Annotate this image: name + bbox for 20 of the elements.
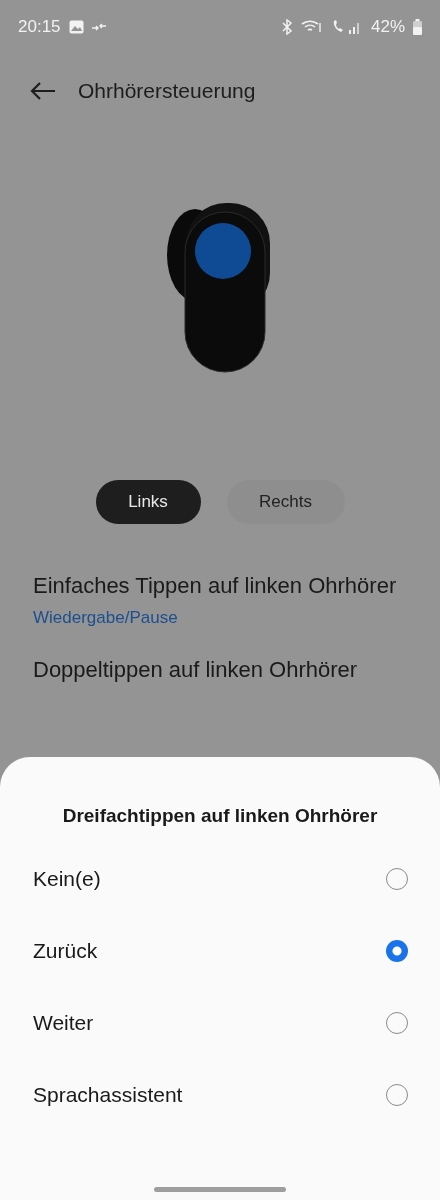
side-tab[interactable]: Rechts	[226, 480, 345, 524]
battery-percent: 42%	[370, 17, 405, 37]
page-title: Ohrhörersteuerung	[78, 79, 256, 103]
setting-title[interactable]: Einfaches Tippen auf linken Ohrhörer	[33, 570, 407, 602]
setting-title[interactable]: Doppeltippen auf linken Ohrhörer	[33, 654, 407, 686]
transfer-icon	[91, 22, 106, 32]
bluetooth-icon	[280, 19, 293, 35]
radio-button[interactable]	[386, 940, 408, 962]
option-label[interactable]: Weiter	[33, 1011, 386, 1035]
status-time: 20:15	[18, 17, 61, 37]
wifi-icon	[300, 19, 323, 35]
battery-icon	[413, 19, 422, 35]
option-label[interactable]: Kein(e)	[33, 867, 386, 891]
side-tab[interactable]: Links	[95, 480, 201, 524]
option-label[interactable]: Sprachassistent	[33, 1083, 386, 1107]
image-icon	[68, 20, 84, 34]
option-label[interactable]: Zurück	[33, 939, 386, 963]
setting-value: Wiedergabe/Pause	[33, 608, 179, 628]
sheet-title: Dreifachtippen auf linken Ohrhörer	[62, 805, 378, 827]
back-arrow-icon[interactable]	[30, 81, 56, 101]
